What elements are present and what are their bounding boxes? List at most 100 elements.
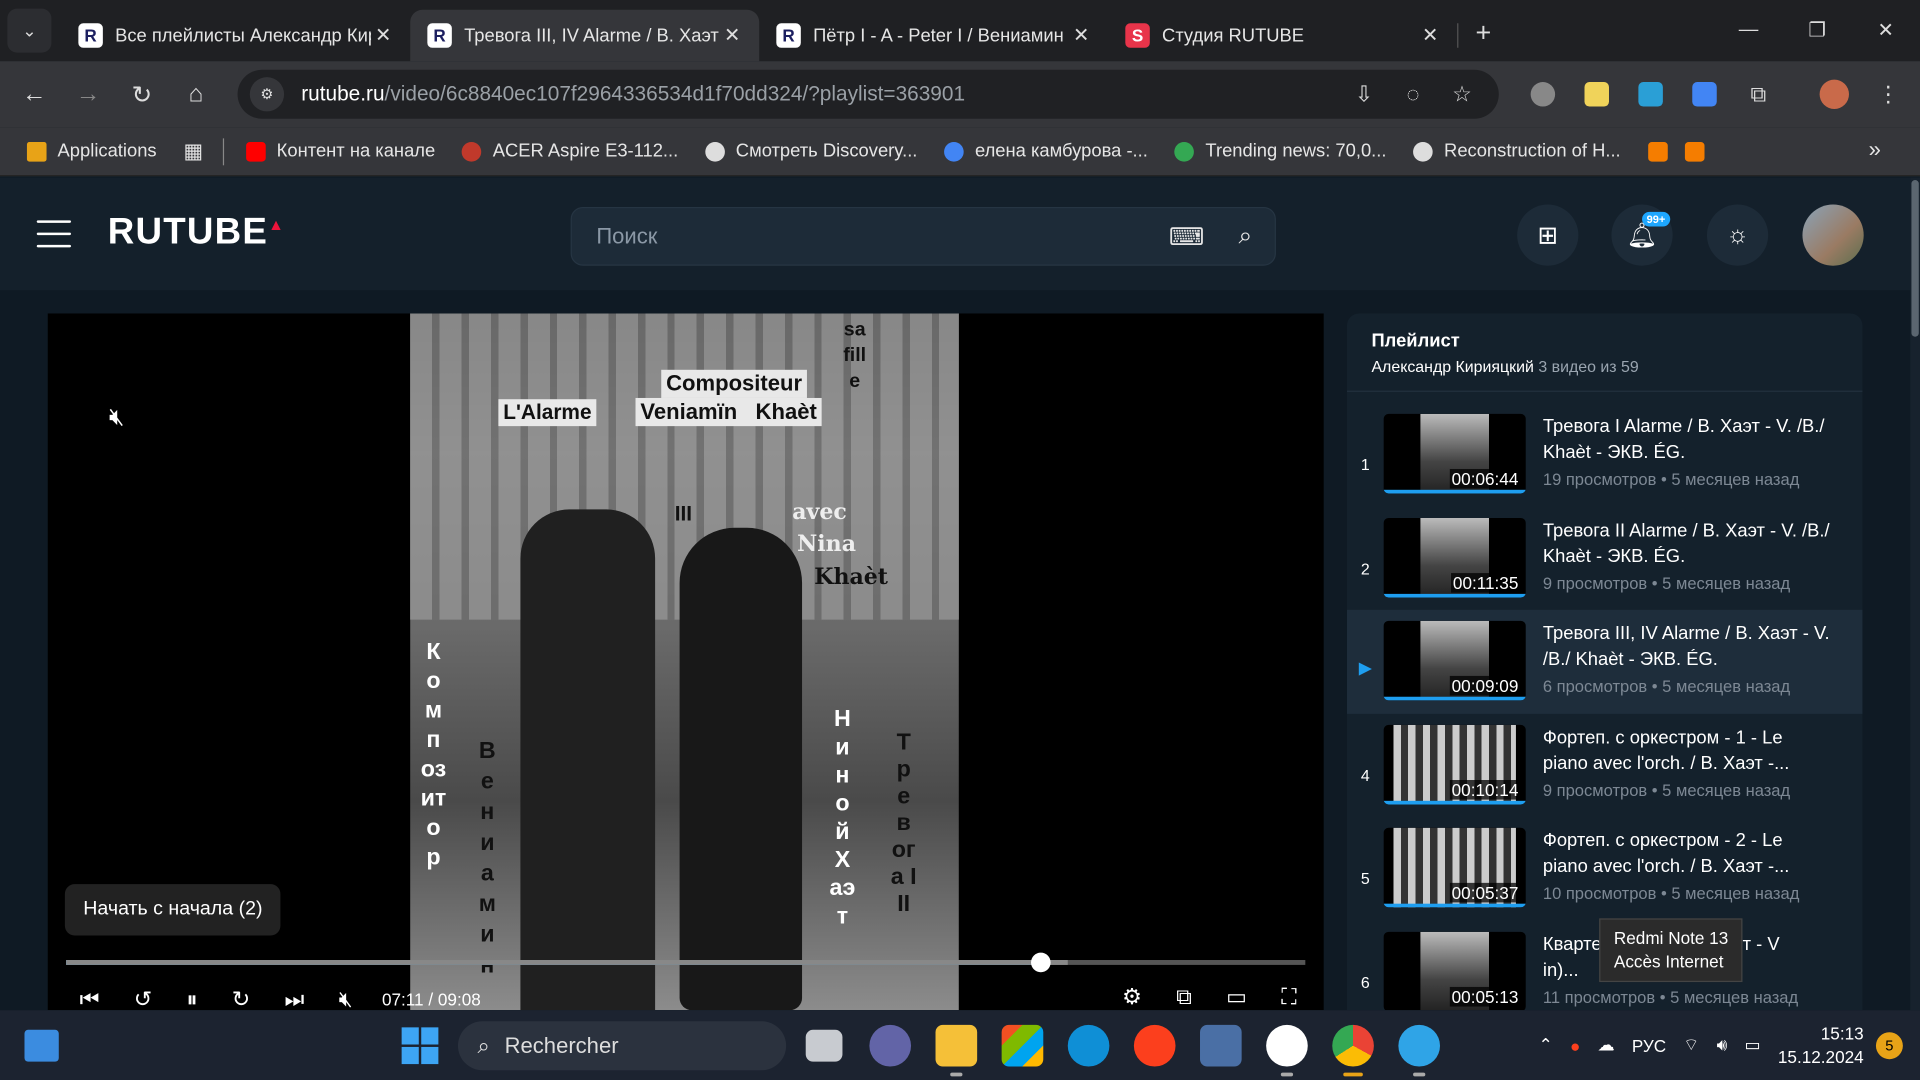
video-title[interactable]: Фортеп. с оркестром - 1 - Le piano avec … bbox=[1543, 724, 1832, 775]
chevron-double-right-icon[interactable]: » bbox=[1869, 137, 1881, 163]
translate-icon[interactable] bbox=[1678, 82, 1732, 107]
settings-hd-icon[interactable]: ⚙ bbox=[1122, 984, 1142, 1010]
theater-mode-icon[interactable]: ▭ bbox=[1226, 984, 1247, 1010]
search-icon[interactable]: ⌕ bbox=[1216, 222, 1275, 250]
playlist-item[interactable]: ▶ 00:09:09 Тревога III, IV Alarme / В. Х… bbox=[1346, 609, 1863, 714]
video-thumbnail[interactable]: 00:06:44 bbox=[1383, 413, 1526, 494]
playlist-item[interactable]: 2 00:11:35 Тревога II Alarme / В. Хаэт -… bbox=[1347, 506, 1863, 609]
chrome-icon[interactable] bbox=[1332, 1024, 1374, 1077]
notification-count-badge[interactable]: 5 bbox=[1875, 1031, 1903, 1059]
playlist-item[interactable]: 5 00:05:37 Фортеп. с оркестром - 2 - Le … bbox=[1347, 817, 1863, 920]
page-scrollbar[interactable] bbox=[1910, 177, 1920, 1011]
profile-avatar-icon[interactable] bbox=[1807, 79, 1861, 109]
cloud-icon[interactable]: ☁ bbox=[1598, 1035, 1615, 1056]
teams-icon[interactable] bbox=[869, 1024, 912, 1067]
bookmark-blogger[interactable] bbox=[1647, 141, 1668, 162]
playlist-item[interactable]: 4 00:10:14 Фортеп. с оркестром - 1 - Le … bbox=[1347, 713, 1863, 816]
wifi-icon[interactable]: ⌔ bbox=[1683, 1034, 1699, 1056]
browser-tab[interactable]: S Студия RUTUBE ✕ bbox=[1108, 10, 1457, 61]
volume-mute-icon[interactable]: 🔇︎ bbox=[339, 986, 353, 1010]
bookmark-google[interactable]: елена камбурова -... bbox=[944, 141, 1148, 162]
back-arrow-icon[interactable]: ← bbox=[7, 67, 61, 121]
address-bar[interactable]: ⚙ rutube.ru/video/6c8840ec107f2964336534… bbox=[237, 69, 1499, 119]
microsoft-store-icon[interactable] bbox=[1001, 1024, 1044, 1067]
close-icon[interactable]: ✕ bbox=[720, 23, 744, 47]
video-title[interactable]: Тревога I Alarme / В. Хаэт - V. /B./ Kha… bbox=[1543, 414, 1832, 465]
video-title[interactable]: Тревога III, IV Alarme / В. Хаэт - V. /B… bbox=[1543, 621, 1832, 672]
remote-desktop-icon[interactable] bbox=[1200, 1024, 1242, 1067]
minimize-icon[interactable]: — bbox=[1714, 0, 1783, 61]
bookmark-grid[interactable]: ▦ bbox=[184, 139, 204, 163]
browser-tab-active[interactable]: R Тревога III, IV Alarme / В. Хаэт ✕ bbox=[410, 9, 760, 62]
bookmark-reconstruction[interactable]: Reconstruction of H... bbox=[1413, 141, 1621, 162]
video-title[interactable]: Тревога II Alarme / В. Хаэт - V. /B./ Kh… bbox=[1543, 517, 1832, 568]
restore-icon[interactable]: ❐ bbox=[1783, 0, 1852, 61]
video-player[interactable]: L'Alarme Compositeur Veniamïn Khaèt III … bbox=[47, 313, 1324, 1011]
file-explorer-icon[interactable] bbox=[935, 1024, 978, 1077]
reload-icon[interactable]: ↻ bbox=[115, 67, 169, 121]
new-tab-plus-icon[interactable]: + bbox=[1476, 17, 1492, 49]
video-thumbnail[interactable]: 00:10:14 bbox=[1383, 724, 1526, 804]
puzzle-icon[interactable]: ⧉ bbox=[1731, 81, 1785, 107]
yandex-tray-icon[interactable]: ● bbox=[1570, 1035, 1580, 1055]
eye-off-icon[interactable]: ◌ bbox=[1389, 81, 1438, 107]
search-input[interactable] bbox=[596, 223, 1158, 250]
video-thumbnail[interactable]: 00:11:35 bbox=[1383, 517, 1526, 597]
close-icon[interactable]: ✕ bbox=[371, 23, 395, 47]
clock[interactable]: 15:13 15.12.2024 bbox=[1778, 1022, 1864, 1069]
scrollbar-thumb[interactable] bbox=[1911, 180, 1919, 337]
hamburger-menu-icon[interactable] bbox=[36, 220, 72, 248]
bookmark-acer[interactable]: ACER Aspire E3-112... bbox=[462, 141, 678, 162]
task-view-icon[interactable] bbox=[805, 1029, 843, 1062]
close-icon[interactable]: ✕ bbox=[1418, 23, 1442, 47]
bookmark-star-icon[interactable]: ☆ bbox=[1438, 81, 1487, 107]
video-title[interactable]: Фортеп. с оркестром - 2 - Le piano avec … bbox=[1543, 828, 1832, 879]
bookmark-youtube[interactable]: Контент на канале bbox=[246, 141, 435, 162]
close-icon[interactable]: ✕ bbox=[1069, 23, 1093, 47]
extension-icon[interactable] bbox=[1516, 82, 1570, 107]
forward-10-icon[interactable]: ↻ bbox=[232, 986, 250, 1010]
theme-toggle-button[interactable]: ☼ bbox=[1706, 204, 1769, 266]
battery-icon[interactable]: ▭ bbox=[1745, 1035, 1761, 1056]
install-app-icon[interactable]: ⇩ bbox=[1340, 81, 1389, 107]
progress-handle[interactable] bbox=[1031, 952, 1052, 973]
video-thumbnail[interactable]: 00:05:37 bbox=[1383, 827, 1526, 908]
close-window-icon[interactable]: ✕ bbox=[1851, 0, 1920, 61]
next-icon[interactable]: ⏭ bbox=[285, 986, 305, 1010]
bookmark-discovery[interactable]: Смотреть Discovery... bbox=[705, 141, 917, 162]
rutube-logo[interactable]: RUTUBE▲ bbox=[108, 212, 285, 254]
yandex-icon[interactable] bbox=[1133, 1024, 1176, 1067]
muted-speaker-icon[interactable]: 🔇︎ bbox=[109, 404, 124, 432]
taskbar-search[interactable]: ⌕ Rechercher bbox=[457, 1021, 787, 1071]
chevron-up-icon[interactable]: ⌃ bbox=[1539, 1035, 1553, 1056]
video-thumbnail[interactable]: 00:05:13 bbox=[1383, 931, 1526, 1011]
video-thumbnail[interactable]: 00:09:09 bbox=[1383, 620, 1526, 701]
yandex-browser-icon[interactable] bbox=[1266, 1024, 1308, 1077]
miniplayer-icon[interactable]: ⧉ bbox=[1176, 984, 1192, 1010]
widgets-icon[interactable] bbox=[24, 1029, 59, 1062]
windows-start-icon[interactable] bbox=[401, 1027, 439, 1065]
volume-icon[interactable]: 🔊︎ bbox=[1717, 1035, 1728, 1056]
playlist-item[interactable]: 1 00:06:44 Тревога I Alarme / В. Хаэт - … bbox=[1347, 403, 1863, 506]
menu-dots-icon[interactable]: ⋮ bbox=[1861, 81, 1915, 107]
language-indicator[interactable]: РУС bbox=[1632, 1035, 1666, 1055]
upload-button[interactable]: ⊞ bbox=[1517, 204, 1579, 266]
home-icon[interactable]: ⌂ bbox=[169, 67, 223, 121]
extension-icon[interactable] bbox=[1570, 82, 1624, 107]
restart-button[interactable]: Начать с начала (2) bbox=[64, 884, 281, 936]
user-avatar[interactable] bbox=[1802, 204, 1864, 266]
pause-icon[interactable]: ⏸ bbox=[186, 986, 197, 1010]
progress-bar[interactable] bbox=[66, 952, 1306, 973]
rewind-10-icon[interactable]: ↺ bbox=[134, 986, 152, 1010]
url-text[interactable]: rutube.ru/video/6c8840ec107f2964336534d1… bbox=[301, 82, 1339, 106]
keyboard-icon[interactable]: ⌨ bbox=[1157, 221, 1216, 252]
previous-icon[interactable]: ⏮ bbox=[80, 986, 100, 1010]
browser-tab[interactable]: R Все плейлисты Александр Кир ✕ bbox=[61, 10, 410, 61]
fullscreen-icon[interactable]: ⛶ bbox=[1281, 984, 1296, 1010]
bookmark-google[interactable]: Trending news: 70,0... bbox=[1174, 141, 1386, 162]
forward-arrow-icon[interactable]: → bbox=[61, 67, 115, 121]
playlist-author[interactable]: Александр Кирияцкий bbox=[1371, 358, 1533, 376]
browser-tab[interactable]: R Пётр I - A - Peter I / Вениамин ✕ bbox=[759, 10, 1108, 61]
extension-icon[interactable] bbox=[1624, 82, 1678, 107]
edge-icon[interactable] bbox=[1067, 1024, 1110, 1067]
